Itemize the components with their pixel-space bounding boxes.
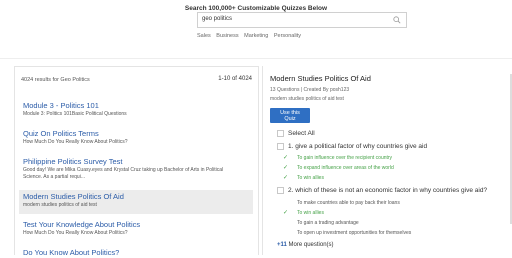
result-item[interactable]: Quiz On Politics Terms How Much Do You R…	[23, 129, 255, 146]
quiz-preview-panel: Modern Studies Politics Of Aid 13 Questi…	[262, 66, 512, 255]
search-icon[interactable]	[393, 16, 401, 24]
result-desc-continued: Science. As a partial requi...	[23, 174, 85, 180]
more-count: +11	[277, 242, 287, 248]
results-range: 1-10 of 4024	[218, 76, 252, 82]
check-icon: ✓	[283, 155, 289, 161]
filter-sales[interactable]: Sales	[197, 33, 211, 39]
results-panel: 4024 results for Geo Politics 1-10 of 40…	[14, 66, 259, 258]
result-title[interactable]: Do You Know About Politics?	[23, 248, 255, 258]
result-title[interactable]: Test Your Knowledge About Politics	[23, 220, 255, 230]
select-all-label: Select All	[288, 130, 315, 137]
result-item-selected[interactable]: Modern Studies Politics Of Aid modern st…	[19, 190, 253, 214]
quiz-subtitle: modern studies politics of aid test	[270, 96, 344, 102]
answer-text: To gain a trading advantage	[297, 220, 359, 226]
search-header: Search 100,000+ Customizable Quizzes Bel…	[0, 0, 512, 58]
question-checkbox[interactable]	[277, 187, 284, 194]
answer-text: To open up investment opportunities for …	[297, 230, 412, 236]
quiz-title: Modern Studies Politics Of Aid	[270, 74, 371, 83]
search-input[interactable]: geo politics	[202, 16, 232, 22]
use-quiz-button[interactable]: Use this Quiz	[270, 108, 310, 123]
filter-personality[interactable]: Personality	[274, 33, 301, 39]
quiz-meta: 13 Questions | Created By posh123	[270, 87, 350, 93]
result-item[interactable]: Test Your Knowledge About Politics How M…	[23, 220, 255, 237]
result-desc: How Much Do You Really Know About Politi…	[23, 230, 128, 236]
select-all-checkbox[interactable]	[277, 130, 284, 137]
result-item[interactable]: Module 3 - Politics 101 Module 3: Politi…	[23, 101, 255, 118]
result-desc: modern studies politics of aid test	[23, 202, 97, 208]
filter-links: Sales Business Marketing Personality	[197, 33, 305, 39]
filter-business[interactable]: Business	[216, 33, 238, 39]
result-desc: Module 3: Politics 101Basic Political Qu…	[23, 111, 127, 117]
result-title[interactable]: Quiz On Politics Terms	[23, 129, 255, 139]
answer-text: To make countries able to pay back their…	[297, 200, 400, 206]
search-title: Search 100,000+ Customizable Quizzes Bel…	[184, 5, 328, 12]
search-field[interactable]: geo politics	[197, 12, 407, 28]
result-title[interactable]: Module 3 - Politics 101	[23, 101, 255, 111]
header-divider	[0, 58, 512, 59]
question-checkbox[interactable]	[277, 143, 284, 150]
question-text: 2. which of these is not an economic fac…	[288, 187, 488, 194]
filter-marketing[interactable]: Marketing	[244, 33, 268, 39]
answer-text: To win allies	[297, 175, 324, 181]
more-label: More question(s)	[286, 242, 334, 248]
check-icon: ✓	[283, 175, 289, 181]
answer-text: To gain influence over the recipient cou…	[297, 155, 393, 161]
check-icon: ✓	[283, 165, 289, 171]
more-questions[interactable]: +11 More question(s)	[277, 242, 334, 248]
answer-text: To expand influence over areas of the wo…	[297, 165, 394, 171]
answer-text: To win allies	[297, 210, 324, 216]
result-desc: Good day! We are Mika Cuasy.eyes and Kry…	[23, 167, 224, 173]
question-text: 1. give a political factor of why countr…	[288, 143, 428, 150]
results-count: 4024 results for Geo Politics	[21, 77, 90, 83]
result-desc: How Much Do You Really Know About Politi…	[23, 139, 128, 145]
result-title[interactable]: Philippine Politics Survey Test	[23, 157, 255, 167]
result-title[interactable]: Modern Studies Politics Of Aid	[23, 192, 253, 202]
check-icon: ✓	[283, 210, 289, 216]
result-item[interactable]: Do You Know About Politics?	[23, 248, 255, 258]
result-item[interactable]: Philippine Politics Survey Test Good day…	[23, 157, 255, 181]
